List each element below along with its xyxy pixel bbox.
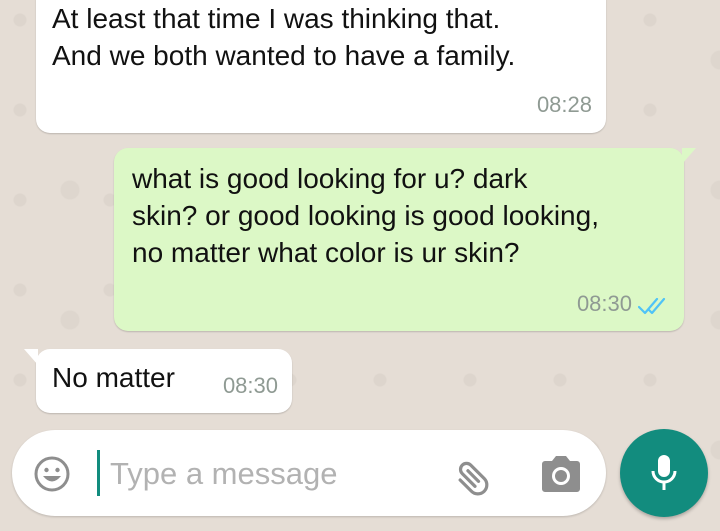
message-input[interactable] <box>108 446 442 502</box>
emoji-icon[interactable] <box>32 454 72 494</box>
message-timestamp: 08:30 <box>576 291 632 316</box>
text-cursor <box>97 450 100 496</box>
bubble-tail <box>682 148 696 164</box>
bubble-tail <box>24 349 38 365</box>
message-timestamp: 08:28 <box>536 92 592 117</box>
message-composer <box>12 430 606 516</box>
message-timestamp: 08:30 <box>222 373 278 398</box>
message-text: what is good looking for u? dark skin? o… <box>132 163 599 268</box>
camera-icon[interactable] <box>540 454 582 494</box>
outgoing-message[interactable]: what is good looking for u? dark skin? o… <box>114 148 696 331</box>
microphone-icon <box>650 453 678 493</box>
voice-record-button[interactable] <box>620 429 708 517</box>
message-text: No matter <box>52 362 175 393</box>
incoming-message[interactable]: No matter 08:30 <box>24 349 292 413</box>
double-check-icon <box>637 296 670 316</box>
message-text: At least that time I was thinking that. … <box>52 3 516 71</box>
incoming-message[interactable]: At least that time I was thinking that. … <box>36 0 606 133</box>
paperclip-icon[interactable] <box>452 452 498 498</box>
